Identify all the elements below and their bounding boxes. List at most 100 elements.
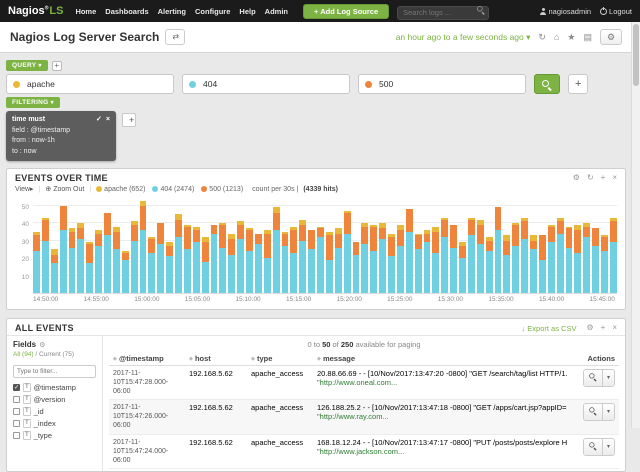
event-row[interactable]: 2017-11-10T15:47:26.000-06:00192.168.5.6…	[109, 400, 619, 434]
fields-toggle-all[interactable]: All (94)	[13, 351, 34, 358]
chart-bar[interactable]	[344, 211, 351, 293]
fields-toggle-current[interactable]: Current (75)	[39, 351, 74, 358]
message-link[interactable]: "http://www.ray.com...	[317, 412, 567, 421]
export-csv-link[interactable]: ↓Export as CSV	[522, 324, 577, 333]
chart-bar[interactable]	[264, 230, 271, 293]
gear-icon[interactable]: ⚙	[573, 174, 580, 182]
chart-bar[interactable]	[308, 230, 315, 293]
zoom-out-button[interactable]: ⊕ Zoom Out	[45, 185, 84, 193]
column-header-host[interactable]: ◆ host	[185, 352, 247, 366]
chart-bar[interactable]	[477, 220, 484, 293]
chart-bar[interactable]	[432, 227, 439, 293]
scrollbar-thumb[interactable]	[633, 24, 639, 86]
field-item-timestamp[interactable]: ✓T@timestamp	[13, 381, 96, 393]
column-header-timestamp[interactable]: ◆ @timestamp	[109, 352, 185, 366]
count-per-interval[interactable]: count per 30s |	[252, 186, 298, 193]
legend-item[interactable]: 500 (1213)	[201, 186, 243, 193]
row-search-button[interactable]	[584, 370, 602, 386]
query-text-input-1[interactable]	[25, 78, 167, 90]
chart-bar[interactable]	[459, 242, 466, 293]
chart-bar[interactable]	[166, 242, 173, 293]
chart-bar[interactable]	[131, 221, 138, 293]
chart-bar[interactable]	[335, 228, 342, 293]
chart-bar[interactable]	[193, 227, 200, 293]
chart-bar[interactable]	[521, 218, 528, 293]
event-row[interactable]: 2017-11-10T15:47:28.000-06:00192.168.5.6…	[109, 366, 619, 400]
row-actions-dropdown[interactable]: ▾	[602, 370, 614, 386]
chart-bar[interactable]	[548, 225, 555, 293]
chart-bar[interactable]	[610, 218, 617, 293]
query-color-dot[interactable]	[189, 81, 196, 88]
time-filter-card[interactable]: time must ✓ × field : @timestampfrom : n…	[6, 111, 116, 161]
view-toggle[interactable]: View▸	[15, 185, 34, 193]
settings-gear-button[interactable]: ⚙	[600, 29, 622, 45]
check-icon[interactable]: ✓	[96, 115, 102, 126]
field-item-version[interactable]: T@version	[13, 393, 96, 405]
chart-bar[interactable]	[140, 201, 147, 293]
chart-bar[interactable]	[583, 223, 590, 293]
chart-bar[interactable]	[148, 237, 155, 293]
time-range-picker[interactable]: an hour ago to a few seconds ago ▾	[396, 32, 531, 43]
chart-bar[interactable]	[450, 225, 457, 293]
shuffle-button[interactable]: ⇄	[165, 29, 185, 45]
chart-bar[interactable]	[122, 251, 129, 293]
row-search-button[interactable]	[584, 404, 602, 420]
user-menu[interactable]: nagiosadmin	[540, 7, 592, 16]
chart-bar[interactable]	[495, 207, 502, 293]
refresh-icon[interactable]: ↻	[538, 33, 546, 42]
chart-bar[interactable]	[51, 249, 58, 293]
gear-icon[interactable]: ⚙	[586, 324, 593, 332]
chart-bar[interactable]	[299, 220, 306, 293]
chart-bar[interactable]	[211, 225, 218, 293]
refresh-icon[interactable]: ↻	[587, 174, 594, 182]
nav-item-home[interactable]: Home	[75, 7, 96, 16]
chart-bar[interactable]	[77, 223, 84, 293]
gear-icon[interactable]: ⚙	[39, 341, 45, 349]
chart-bar[interactable]	[566, 227, 573, 293]
chart-bar[interactable]	[326, 232, 333, 293]
chart-bar[interactable]	[370, 225, 377, 293]
chart-bar[interactable]	[557, 218, 564, 293]
chart-bar[interactable]	[424, 230, 431, 293]
add-query-input-button[interactable]: +	[568, 74, 588, 94]
chart-bar[interactable]	[60, 206, 67, 293]
logout-button[interactable]: Logout	[600, 7, 632, 16]
add-log-source-button[interactable]: + Add Log Source	[303, 4, 389, 19]
row-actions-dropdown[interactable]: ▾	[602, 439, 614, 455]
chart-bar[interactable]	[290, 227, 297, 293]
chart-bar[interactable]	[539, 235, 546, 293]
column-header-message[interactable]: ◆ message	[313, 352, 571, 366]
chart-bar[interactable]	[228, 234, 235, 293]
chart-bar[interactable]	[415, 234, 422, 293]
run-search-button[interactable]	[534, 74, 560, 94]
chart-bar[interactable]	[33, 232, 40, 293]
field-checkbox[interactable]	[13, 432, 20, 439]
chart-bar[interactable]	[113, 227, 120, 293]
chart-bar[interactable]	[406, 209, 413, 293]
event-row[interactable]: 2017-11-10T15:47:24.000-06:00192.168.5.6…	[109, 434, 619, 468]
field-checkbox[interactable]	[13, 420, 20, 427]
query-color-dot[interactable]	[365, 81, 372, 88]
chart-bar[interactable]	[530, 235, 537, 293]
chart-bar[interactable]	[157, 223, 164, 293]
chart-bar[interactable]	[397, 225, 404, 293]
field-filter-input[interactable]	[13, 365, 96, 378]
chart-bar[interactable]	[246, 228, 253, 293]
star-icon[interactable]: ★	[567, 33, 575, 42]
chart-bar[interactable]	[503, 235, 510, 293]
chart-bar[interactable]	[317, 227, 324, 293]
close-icon[interactable]: ×	[612, 174, 617, 182]
chart-bar[interactable]	[486, 237, 493, 293]
field-item-id[interactable]: T_id	[13, 405, 96, 417]
chart-bar[interactable]	[42, 218, 49, 293]
message-link[interactable]: "http://www.jackson.com...	[317, 447, 567, 456]
search-icon[interactable]	[477, 6, 485, 14]
chart-bar[interactable]	[175, 214, 182, 293]
chart-bar[interactable]	[95, 230, 102, 293]
chart-bar[interactable]	[574, 225, 581, 293]
nav-item-help[interactable]: Help	[239, 7, 255, 16]
query-color-dot[interactable]	[13, 81, 20, 88]
field-item-type[interactable]: T_type	[13, 430, 96, 442]
chart-bar[interactable]	[468, 218, 475, 293]
nav-item-alerting[interactable]: Alerting	[158, 7, 186, 16]
